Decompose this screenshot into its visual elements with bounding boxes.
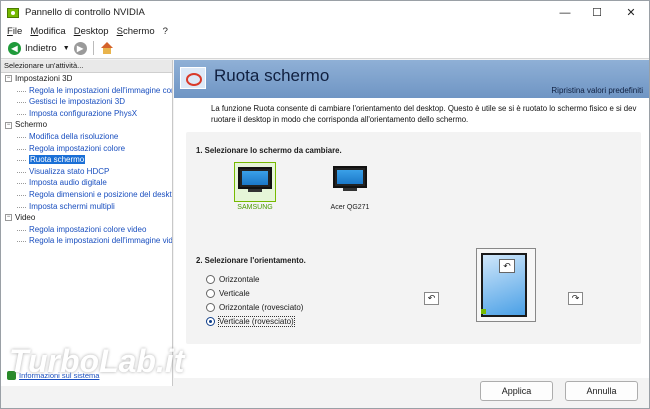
sidebar-item[interactable]: Regola impostazioni colore video [1,224,172,236]
menu-modifica[interactable]: Modifica [30,26,65,37]
rotate-left-icon[interactable]: ↶ [424,292,439,305]
back-dropdown-icon[interactable]: ▼ [63,45,70,52]
monitor-icon [333,166,367,188]
monitor-label-samsung: SAMSUNG [237,204,273,211]
task-sidebar: Selezionare un'attività... − Impostazioni… [1,60,173,386]
nvidia-app-icon [7,7,19,18]
rotate-right-icon[interactable]: ↷ [568,292,583,305]
radio-verticale-rovesciato[interactable]: Verticale (rovesciato) [206,316,295,327]
back-arrow-icon[interactable]: ◀ [8,41,21,55]
watermark-logo: TurboLab.it [9,343,185,379]
menu-file[interactable]: File [7,26,22,37]
radio-orizzontale-rovesciato[interactable]: Orizzontale (rovesciato) [206,303,303,312]
apply-button[interactable]: Applica [480,381,553,401]
task-tree: − Impostazioni 3D Regola le impostazioni … [1,73,172,247]
sidebar-item[interactable]: Regola le impostazioni dell'immagine vid… [1,235,172,247]
radio-verticale[interactable]: Verticale [206,289,250,298]
sidebar-header: Selezionare un'attività... [1,60,172,73]
minimize-button[interactable]: — [549,1,581,24]
menu-bar: File Modifica Desktop Schermo ? [1,24,649,38]
monitor-label-acer: Acer QG271 [330,204,370,211]
settings-panel: 1. Selezionare lo schermo da cambiare. S… [186,132,641,344]
monitor-icon [238,167,272,189]
step2-heading: 2. Selezionare l'orientamento. [196,256,306,265]
sidebar-item[interactable]: Gestisci le impostazioni 3D [1,96,172,108]
sidebar-item[interactable]: Imposta schermi multipli [1,201,172,213]
page-title: Ruota schermo [214,66,330,85]
maximize-button[interactable]: ☐ [581,1,613,24]
toolbar-separator [92,41,94,55]
cancel-button[interactable]: Annulla [565,381,638,401]
window-title: Pannello di controllo NVIDIA [25,7,145,18]
sidebar-item[interactable]: Regola impostazioni colore [1,143,172,155]
sidebar-item[interactable]: Imposta audio digitale [1,177,172,189]
collapse-icon[interactable]: − [5,121,12,129]
collapse-icon[interactable]: − [5,214,12,222]
home-icon[interactable] [100,42,114,54]
content-pane: Ruota schermo Ripristina valori predefin… [174,60,649,378]
category-impostazioni-3d[interactable]: − Impostazioni 3D [1,73,172,85]
close-button[interactable]: ✕ [615,1,647,24]
forward-arrow-icon[interactable]: ▶ [73,41,87,55]
toolbar: ◀ Indietro ▼ ▶ [1,38,649,59]
menu-schermo[interactable]: Schermo [117,26,155,37]
sidebar-item[interactable]: Imposta configurazione PhysX [1,108,172,120]
page-description: La funzione Ruota consente di cambiare l… [211,104,637,124]
collapse-icon[interactable]: − [5,75,12,83]
bottom-bar: Applica Annulla [174,378,649,408]
rotate-display-icon [180,67,206,89]
menu-desktop[interactable]: Desktop [74,26,109,37]
page-banner: Ruota schermo Ripristina valori predefin… [174,60,649,98]
preview-rotate-icon: ↶ [499,259,515,273]
step1-heading: 1. Selezionare lo schermo da cambiare. [196,146,342,155]
orientation-preview: ↶ [476,248,536,322]
sidebar-item-ruota-schermo[interactable]: Ruota schermo [1,154,172,166]
menu-help[interactable]: ? [163,26,168,37]
monitor-acer[interactable] [329,162,371,202]
sidebar-item[interactable]: Visualizza stato HDCP [1,166,172,178]
back-button-label[interactable]: Indietro [25,43,57,54]
title-bar: Pannello di controllo NVIDIA — ☐ ✕ [1,1,649,24]
sidebar-item[interactable]: Regola dimensioni e posizione del deskto… [1,189,172,201]
sidebar-item[interactable]: Modifica della risoluzione [1,131,172,143]
monitor-samsung[interactable] [234,162,276,202]
preview-start-icon [481,309,486,314]
category-schermo[interactable]: − Schermo [1,119,172,131]
nvidia-control-panel-window: Pannello di controllo NVIDIA — ☐ ✕ File … [0,0,650,409]
sidebar-item[interactable]: Regola le impostazioni dell'immagine con [1,85,172,97]
category-video[interactable]: − Video [1,212,172,224]
radio-orizzontale[interactable]: Orizzontale [206,275,259,284]
restore-defaults-link[interactable]: Ripristina valori predefiniti [551,86,643,95]
